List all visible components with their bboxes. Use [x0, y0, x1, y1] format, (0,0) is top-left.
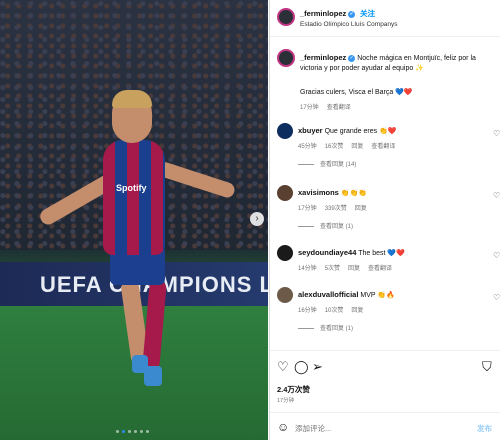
- carousel-dot[interactable]: [134, 430, 137, 433]
- comment-item: xbuyer Que grande eres 👏❤️ 45分钟 16次赞 回复 查看翻…: [277, 123, 500, 173]
- translate-link[interactable]: 查看翻译: [371, 144, 395, 150]
- view-replies-link[interactable]: 查看回复 (1): [298, 323, 353, 332]
- comment-username[interactable]: seydoundiaye44: [298, 248, 356, 257]
- comment-time: 16分钟: [298, 308, 317, 314]
- player-jersey: [103, 140, 165, 255]
- heart-icon[interactable]: ♡: [493, 293, 500, 302]
- heart-icon[interactable]: ♡: [493, 191, 500, 200]
- post-date: 17分钟: [277, 398, 295, 404]
- caption-meta: 17分钟 查看翻译: [300, 102, 359, 111]
- emoji-icon[interactable]: ☺: [277, 421, 289, 433]
- comment-body: MVP 👏🔥: [360, 292, 395, 299]
- post-comment-button[interactable]: 发布: [477, 423, 492, 434]
- heart-icon[interactable]: ♡: [493, 251, 500, 260]
- avatar[interactable]: [277, 287, 293, 303]
- comment-likes[interactable]: 5次赞: [325, 266, 340, 272]
- post-dialog: UEFA CHAMPIONS LEA Spotify › _ferminlope…: [0, 0, 500, 440]
- reply-link[interactable]: 回复: [351, 144, 363, 150]
- comment-likes[interactable]: 16次赞: [325, 144, 344, 150]
- comment-likes[interactable]: 339次赞: [325, 206, 347, 212]
- translate-link[interactable]: 查看翻译: [327, 105, 351, 111]
- heart-icon[interactable]: ♡: [493, 129, 500, 138]
- verified-icon: ✓: [348, 10, 356, 18]
- comment-item: alexduvallofficial MVP 👏🔥 16分钟 10次赞 回复 ♡ 查…: [277, 287, 500, 337]
- view-replies-link[interactable]: 查看回复 (1): [298, 221, 353, 230]
- jersey-sponsor: Spotify: [116, 183, 147, 193]
- comment-username[interactable]: xbuyer: [298, 126, 323, 135]
- avatar[interactable]: [277, 245, 293, 261]
- comment-meta: 17分钟 339次赞 回复: [298, 203, 375, 212]
- avatar[interactable]: [277, 185, 293, 201]
- carousel-dot[interactable]: [140, 430, 143, 433]
- comment-time: 14分钟: [298, 266, 317, 272]
- comment-meta: 45分钟 16次赞 回复 查看翻译: [298, 141, 403, 150]
- comment-meta: 16分钟 10次赞 回复: [298, 305, 371, 314]
- view-replies-link[interactable]: 查看回复 (14): [298, 159, 356, 168]
- avatar[interactable]: [277, 49, 295, 67]
- carousel-dot[interactable]: [146, 430, 149, 433]
- comment-text: seydoundiaye44 The best 💙❤️: [298, 248, 405, 257]
- post-sidebar: _ferminlopez ✓ 关注 Estadio Olímpico Lluís …: [269, 0, 500, 440]
- add-comment-bar: ☺ 添加评论... 发布: [270, 412, 500, 440]
- post-header: _ferminlopez ✓ 关注 Estadio Olímpico Lluís …: [270, 0, 500, 37]
- caption-text-2: Gracias culers, Visca el Barça 💙❤️: [300, 89, 413, 96]
- carousel-dot[interactable]: [116, 430, 119, 433]
- reply-link[interactable]: 回复: [355, 206, 367, 212]
- player-hair: [112, 90, 152, 108]
- comment-time: 17分钟: [298, 206, 317, 212]
- player-shoe-right: [144, 366, 162, 386]
- chevron-right-icon[interactable]: ›: [250, 212, 264, 226]
- reply-link[interactable]: 回复: [348, 266, 360, 272]
- comment-username[interactable]: xavisimons: [298, 188, 339, 197]
- comment-input[interactable]: 添加评论...: [295, 423, 331, 434]
- comment-text: xavisimons 👏👏👏: [298, 188, 367, 197]
- comment-text: xbuyer Que grande eres 👏❤️: [298, 126, 396, 135]
- comment-item: xavisimons 👏👏👏 17分钟 339次赞 回复 ♡ 查看回复 (1): [277, 185, 500, 235]
- comment-text: alexduvallofficial MVP 👏🔥: [298, 290, 395, 299]
- send-icon[interactable]: ➢: [312, 360, 323, 373]
- translate-link[interactable]: 查看翻译: [368, 266, 392, 272]
- avatar[interactable]: [277, 123, 293, 139]
- bookmark-icon[interactable]: ⛉: [482, 360, 492, 373]
- carousel-dots: [116, 430, 149, 433]
- caption-time: 17分钟: [300, 105, 319, 111]
- comment-time: 45分钟: [298, 144, 317, 150]
- comment-body: The best 💙❤️: [358, 250, 405, 257]
- comment-meta: 14分钟 5次赞 回复 查看翻译: [298, 263, 400, 272]
- reply-link[interactable]: 回复: [351, 308, 363, 314]
- caption-text: _ferminlopez ✓ Noche mágica en Montjuïc, …: [300, 53, 495, 74]
- comment-icon[interactable]: ◯: [294, 360, 309, 373]
- comment-body: 👏👏👏: [340, 190, 367, 197]
- follow-button[interactable]: 关注: [360, 8, 375, 19]
- avatar[interactable]: [277, 8, 295, 26]
- comment-username[interactable]: alexduvallofficial: [298, 290, 358, 299]
- post-photo[interactable]: UEFA CHAMPIONS LEA Spotify ›: [0, 0, 268, 440]
- caption-username[interactable]: _ferminlopez: [300, 53, 346, 62]
- carousel-dot[interactable]: [128, 430, 131, 433]
- location-link[interactable]: Estadio Olímpico Lluís Companys: [300, 21, 398, 28]
- heart-icon[interactable]: ♡: [277, 360, 289, 373]
- verified-icon: ✓: [348, 54, 356, 62]
- comment-likes[interactable]: 10次赞: [325, 308, 344, 314]
- likes-count[interactable]: 2.4万次赞: [277, 384, 310, 395]
- header-username[interactable]: _ferminlopez ✓: [300, 9, 356, 18]
- comment-body: Que grande eres 👏❤️: [324, 128, 397, 135]
- carousel-dot[interactable]: [122, 430, 125, 433]
